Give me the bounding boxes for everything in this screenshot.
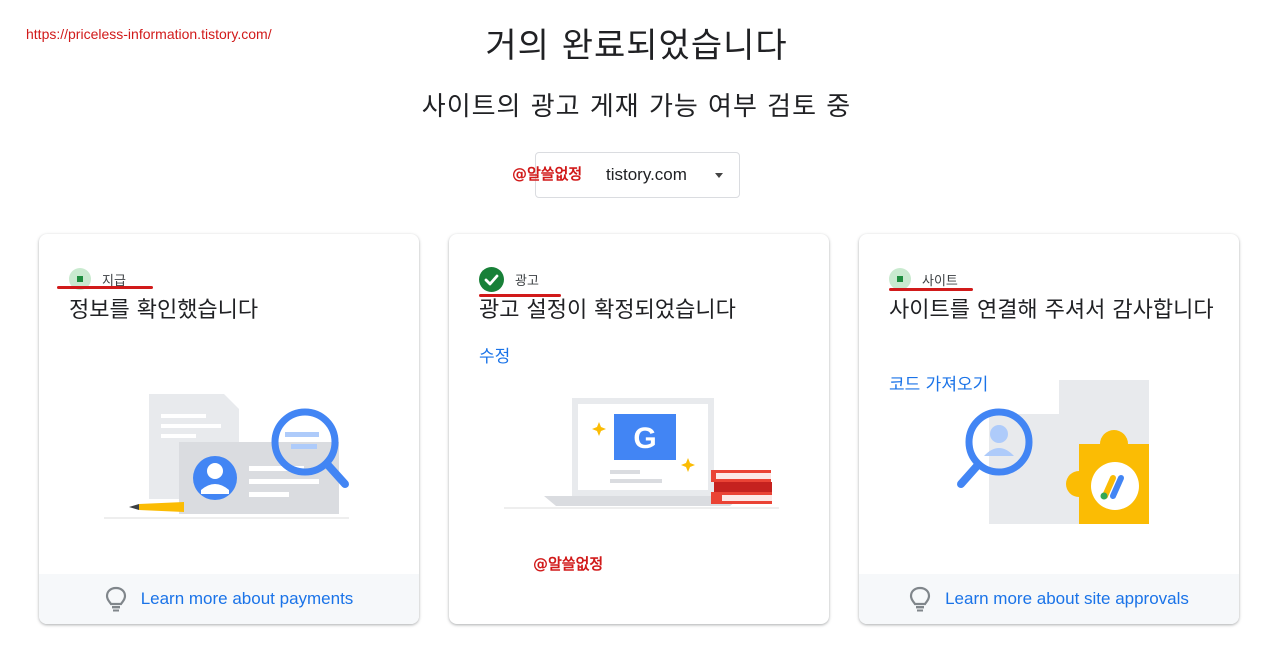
card-payments: 지급 정보를 확인했습니다 Learn more about payments xyxy=(39,234,419,624)
status-label: 광고 xyxy=(515,273,539,289)
learn-more-site-approvals-link[interactable]: Learn more about site approvals xyxy=(945,589,1189,609)
site-footer[interactable]: Learn more about site approvals xyxy=(859,574,1239,624)
status-square-icon xyxy=(889,268,911,290)
site-illustration xyxy=(957,380,1149,524)
card-heading: 정보를 확인했습니다 xyxy=(69,298,259,323)
site-select-value: tistory.com xyxy=(606,165,687,184)
card-heading: 광고 설정이 확정되었습니다 xyxy=(479,298,736,323)
card-site: 사이트 사이트를 연결해 주셔서 감사합니다 코드 가져오기 Learn mor… xyxy=(859,234,1239,624)
bulb-icon xyxy=(105,586,126,612)
payments-illustration xyxy=(104,394,349,519)
watermark-author: @알쓸없정 xyxy=(533,555,604,573)
ads-illustration: G xyxy=(504,398,779,509)
watermark-author: @알쓸없정 xyxy=(512,165,583,183)
payments-footer[interactable]: Learn more about payments xyxy=(39,574,419,624)
check-icon xyxy=(479,266,504,292)
annotation-underline xyxy=(57,286,153,289)
chevron-down-icon xyxy=(715,173,723,178)
annotation-underline xyxy=(889,288,973,291)
page-title: 거의 완료되었습니다 xyxy=(485,26,788,66)
svg-text:G: G xyxy=(633,422,656,455)
status-row: 사이트 xyxy=(889,268,958,290)
learn-more-payments-link[interactable]: Learn more about payments xyxy=(141,589,354,609)
card-heading: 사이트를 연결해 주셔서 감사합니다 xyxy=(889,298,1214,323)
bulb-icon xyxy=(909,586,931,612)
edit-link[interactable]: 수정 xyxy=(479,342,510,367)
status-row: 광고 xyxy=(479,266,539,292)
status-label: 사이트 xyxy=(922,273,958,289)
page-subtitle: 사이트의 광고 게재 가능 여부 검토 중 xyxy=(421,92,852,122)
card-ads: 광고 광고 설정이 확정되었습니다 수정 G @알쓸없정 xyxy=(449,234,829,624)
